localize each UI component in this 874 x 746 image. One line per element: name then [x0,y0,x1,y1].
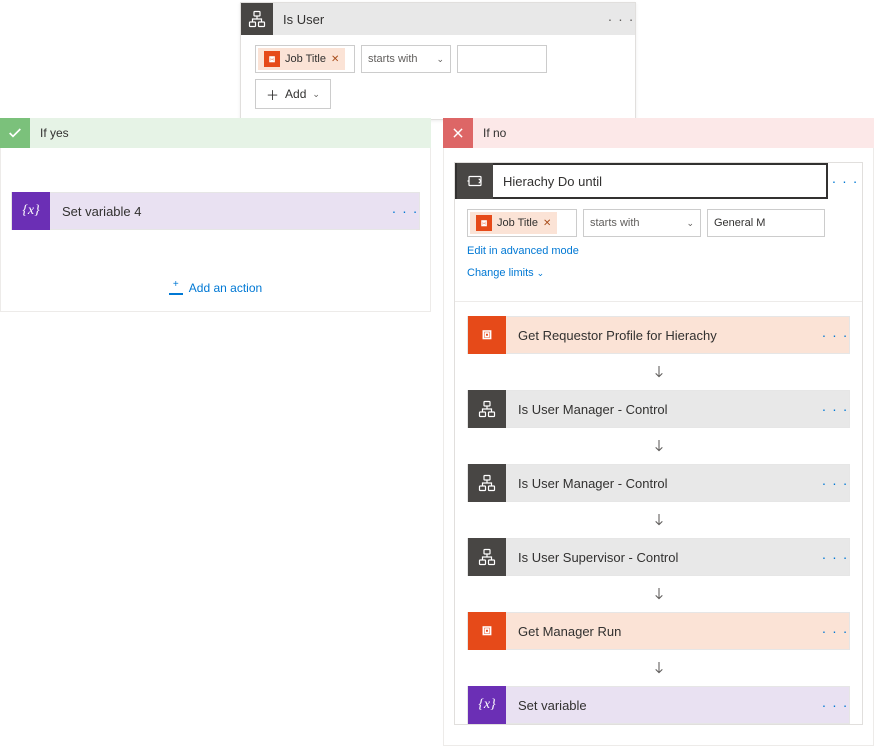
do-until-steps: ⧈ Get Requestor Profile for Hierachy · ·… [455,301,862,724]
do-until-card: Hierachy Do until · · · ⧈ Job Title ✕ [454,162,863,725]
add-label: Add [285,87,306,101]
if-yes-branch: If yes {x} Set variable 4 · · · Add an a… [0,118,431,746]
plus-icon: ＋ [266,85,279,104]
do-until-menu-button[interactable]: · · · [828,173,862,189]
change-limits-link[interactable]: Change limits⌄ [467,267,544,279]
du-value-text: General M [714,217,765,229]
condition-value-input[interactable] [457,45,547,73]
condition-left-operand[interactable]: ⧈ Job Title ✕ [255,45,355,73]
if-yes-header: If yes [0,118,431,148]
action-menu-button[interactable]: · · · [821,697,849,713]
is-user-manager-control-action[interactable]: Is User Manager - Control · · · [467,390,850,428]
add-action-icon [169,281,183,295]
office-icon: ⧈ [468,316,506,354]
condition-header[interactable]: Is User · · · [241,3,635,35]
condition-menu-button[interactable]: · · · [607,11,635,27]
do-until-header[interactable]: Hierachy Do until [455,163,828,199]
chevron-down-icon: ⌄ [312,89,320,100]
variable-icon: {x} [12,192,50,230]
arrow-down-icon [467,582,850,606]
operator-label: starts with [590,217,640,229]
action-menu-button[interactable]: · · · [821,623,849,639]
edit-advanced-mode-link[interactable]: Edit in advanced mode [467,245,579,257]
job-title-token[interactable]: ⧈ Job Title ✕ [470,212,557,234]
set-variable-action[interactable]: {x} Set variable · · · [467,686,850,724]
condition-icon [468,390,506,428]
condition-title: Is User [273,12,607,27]
set-variable-4-action[interactable]: {x} Set variable 4 · · · [11,192,420,230]
add-action-button[interactable]: Add an action [169,281,262,295]
condition-body: ⧈ Job Title ✕ starts with ⌄ ＋ Add ⌄ [241,35,635,119]
token-label: Job Title [285,53,326,65]
action-menu-button[interactable]: · · · [821,549,849,565]
arrow-down-icon [467,508,850,532]
condition-icon [468,464,506,502]
condition-icon [468,538,506,576]
token-label: Job Title [497,217,538,229]
x-icon [443,118,473,148]
do-until-condition-row: ⧈ Job Title ✕ starts with ⌄ General M [467,209,850,237]
operator-label: starts with [368,53,418,65]
chevron-down-icon: ⌄ [537,268,545,278]
action-label: Is User Supervisor - Control [506,550,821,565]
action-label: Set variable 4 [50,204,391,219]
if-no-label: If no [483,126,506,140]
is-user-manager-control-2-action[interactable]: Is User Manager - Control · · · [467,464,850,502]
office-icon: ⧈ [468,612,506,650]
if-no-body: Hierachy Do until · · · ⧈ Job Title ✕ [443,148,874,746]
if-yes-body: {x} Set variable 4 · · · Add an action [0,148,431,312]
get-requestor-profile-action[interactable]: ⧈ Get Requestor Profile for Hierachy · ·… [467,316,850,354]
do-until-title: Hierachy Do until [493,174,826,189]
token-remove-button[interactable]: ✕ [331,54,339,65]
is-user-supervisor-control-action[interactable]: Is User Supervisor - Control · · · [467,538,850,576]
add-condition-button[interactable]: ＋ Add ⌄ [255,79,331,109]
du-operator-select[interactable]: starts with ⌄ [583,209,701,237]
du-value-input[interactable]: General M [707,209,825,237]
condition-icon [241,3,273,35]
variable-icon: {x} [468,686,506,724]
condition-card[interactable]: Is User · · · ⧈ Job Title ✕ starts with … [240,2,636,120]
do-until-condition-body: ⧈ Job Title ✕ starts with ⌄ General M [455,199,862,301]
if-no-branch: If no Hierachy Do until · · · [443,118,874,746]
chevron-down-icon: ⌄ [436,54,444,65]
office-icon: ⧈ [264,51,280,67]
action-menu-button[interactable]: · · · [821,475,849,491]
arrow-down-icon [467,434,850,458]
if-yes-label: If yes [40,126,69,140]
action-menu-button[interactable]: · · · [391,203,419,219]
loop-icon [457,163,493,199]
add-action-label: Add an action [189,281,262,295]
action-label: Get Manager Run [506,624,821,639]
action-label: Set variable [506,698,821,713]
action-label: Is User Manager - Control [506,402,821,417]
token-remove-button[interactable]: ✕ [543,218,551,229]
condition-operator-select[interactable]: starts with ⌄ [361,45,451,73]
get-manager-run-action[interactable]: ⧈ Get Manager Run · · · [467,612,850,650]
action-label: Get Requestor Profile for Hierachy [506,328,821,343]
office-icon: ⧈ [476,215,492,231]
action-menu-button[interactable]: · · · [821,401,849,417]
check-icon [0,118,30,148]
do-until-links: Edit in advanced mode Change limits⌄ [467,243,850,287]
arrow-down-icon [467,656,850,680]
chevron-down-icon: ⌄ [686,218,694,229]
arrow-down-icon [467,360,850,384]
condition-row: ⧈ Job Title ✕ starts with ⌄ [255,45,621,73]
action-menu-button[interactable]: · · · [821,327,849,343]
if-no-header: If no [443,118,874,148]
du-left-operand[interactable]: ⧈ Job Title ✕ [467,209,577,237]
action-label: Is User Manager - Control [506,476,821,491]
job-title-token[interactable]: ⧈ Job Title ✕ [258,48,345,70]
